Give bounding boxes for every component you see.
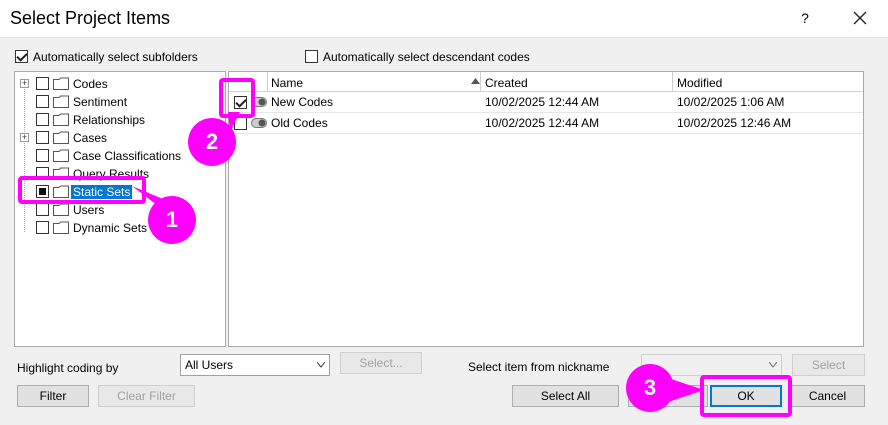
folder-icon [53, 221, 69, 234]
folder-icon [53, 149, 69, 162]
row-modified: 10/02/2025 12:46 AM [677, 116, 792, 130]
sort-ascending-icon [471, 78, 480, 84]
nickname-label: Select item from nickname [468, 360, 610, 374]
highlight-box-ok [700, 375, 792, 417]
column-header-name[interactable]: Name [271, 76, 303, 90]
tree-checkbox[interactable] [36, 203, 49, 216]
tree-item-label: Codes [73, 77, 108, 91]
tree-checkbox[interactable] [36, 113, 49, 126]
tree-item-relationships[interactable]: Relationships [15, 111, 225, 129]
close-icon[interactable] [848, 6, 872, 30]
badge-2: 2 [190, 120, 234, 164]
tree-item-codes[interactable]: + Codes [15, 75, 225, 93]
auto-subfolders-label: Automatically select subfolders [33, 50, 198, 64]
tree-item-label: Users [73, 203, 105, 217]
expand-icon[interactable]: + [20, 79, 29, 88]
tree-checkbox[interactable] [36, 221, 49, 234]
row-created: 10/02/2025 12:44 AM [485, 116, 600, 130]
row-name: Old Codes [271, 116, 328, 130]
tree-item-label: Cases [73, 131, 108, 145]
folder-icon [53, 131, 69, 144]
column-header-created[interactable]: Created [485, 76, 528, 90]
toggle-icon [251, 118, 267, 128]
table-row[interactable]: Old Codes 10/02/2025 12:44 AM 10/02/2025… [229, 113, 863, 134]
table-row[interactable]: New Codes 10/02/2025 12:44 AM 10/02/2025… [229, 92, 863, 113]
title-bar: Select Project Items ? [0, 0, 888, 38]
select-all-button[interactable]: Select All [512, 385, 619, 407]
select-button[interactable]: Select... [340, 352, 422, 374]
column-separator [267, 72, 268, 92]
tree-checkbox[interactable] [36, 95, 49, 108]
nickname-select-button[interactable]: Select [792, 354, 865, 376]
column-separator [480, 72, 481, 92]
expand-icon[interactable]: + [20, 133, 29, 142]
row-modified: 10/02/2025 1:06 AM [677, 95, 785, 109]
highlight-coding-value: All Users [185, 358, 234, 372]
highlight-coding-label: Highlight coding by [17, 361, 119, 375]
help-button[interactable]: ? [798, 10, 812, 26]
auto-descendant-label: Automatically select descendant codes [323, 50, 530, 64]
column-separator [672, 72, 673, 92]
grid-header: Name Created Modified [229, 72, 863, 92]
cancel-button[interactable]: Cancel [790, 385, 865, 407]
row-name: New Codes [271, 95, 334, 109]
tree-checkbox[interactable] [36, 77, 49, 90]
column-header-modified[interactable]: Modified [677, 76, 722, 90]
window-title: Select Project Items [10, 8, 171, 28]
highlight-coding-select[interactable]: All Users [180, 354, 330, 376]
tree-item-label: Relationships [73, 113, 146, 127]
folder-icon [53, 77, 69, 90]
folder-icon [53, 203, 69, 216]
badge-1: 1 [150, 198, 194, 242]
items-grid[interactable]: Name Created Modified New Codes 10/02/20… [228, 71, 864, 347]
chevron-down-icon [317, 362, 325, 368]
highlight-box-static-sets [18, 176, 146, 204]
row-created: 10/02/2025 12:44 AM [485, 95, 600, 109]
filter-button[interactable]: Filter [17, 385, 89, 407]
clear-filter-button[interactable]: Clear Filter [98, 385, 195, 407]
tree-item-label: Sentiment [73, 95, 128, 109]
auto-subfolders-checkbox[interactable] [15, 50, 28, 63]
tree-item-label: Case Classifications [73, 149, 182, 163]
tree-checkbox[interactable] [36, 131, 49, 144]
auto-descendant-checkbox[interactable] [305, 50, 318, 63]
tree-checkbox[interactable] [36, 149, 49, 162]
folder-icon [53, 95, 69, 108]
chevron-down-icon [769, 362, 777, 368]
badge-3: 3 [628, 366, 672, 410]
tree-item-sentiment[interactable]: Sentiment [15, 93, 225, 111]
folder-icon [53, 113, 69, 126]
